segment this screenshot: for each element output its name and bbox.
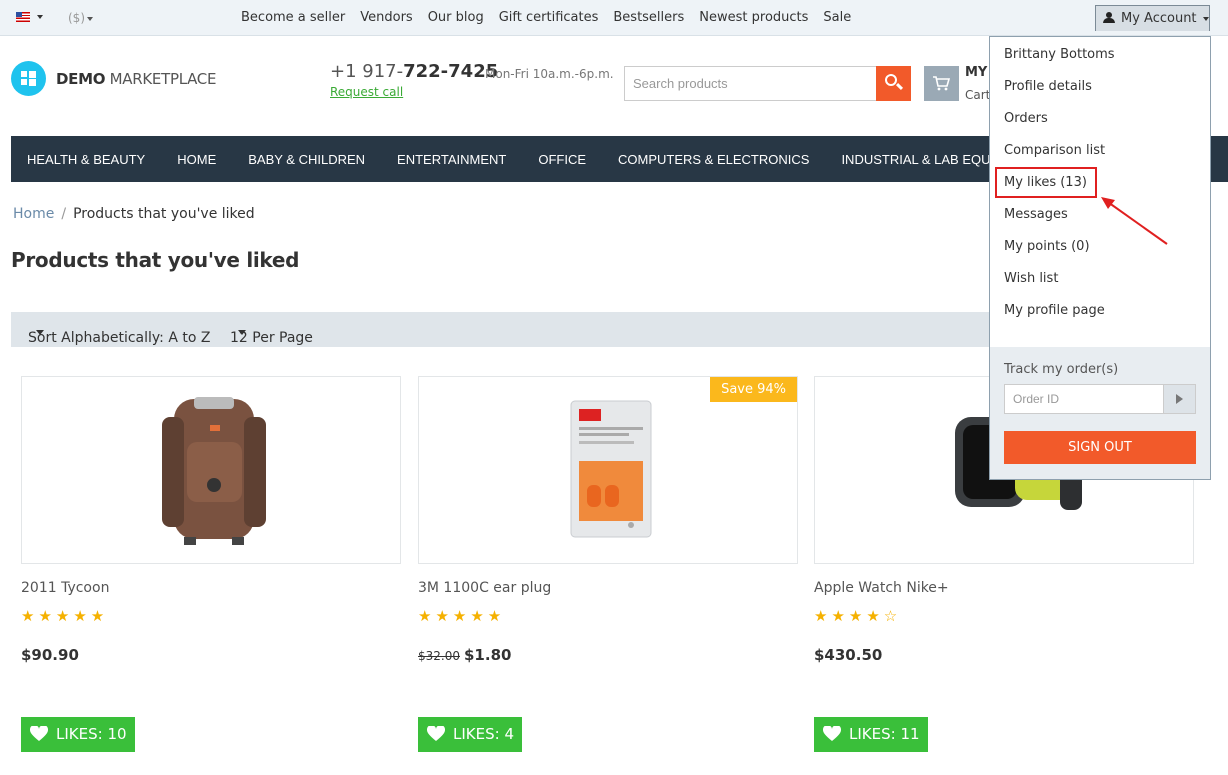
highlight-box: [995, 167, 1097, 198]
current-price: $430.50: [814, 646, 883, 664]
backpack-image: [162, 397, 266, 545]
current-price: $90.90: [21, 646, 79, 664]
menu-item-my-profile-page[interactable]: My profile page: [1004, 303, 1105, 318]
language-caret-icon[interactable]: [37, 15, 43, 19]
product-name[interactable]: Apple Watch Nike+: [814, 580, 949, 596]
sign-out-button[interactable]: SIGN OUT: [1004, 431, 1196, 464]
product-image[interactable]: [21, 376, 401, 564]
product-price: $32.00 $1.80: [418, 646, 511, 664]
working-hours: Mon-Fri 10a.m.-6p.m.: [485, 67, 614, 81]
breadcrumb-home[interactable]: Home: [13, 206, 54, 222]
link-bestsellers[interactable]: Bestsellers: [613, 10, 684, 25]
search-button[interactable]: [876, 66, 911, 101]
cart-subtitle[interactable]: Cart: [965, 88, 990, 102]
cart-icon: [933, 76, 950, 91]
likes-button[interactable]: LIKES: 4: [418, 717, 522, 752]
page-title: Products that you've liked: [11, 248, 300, 272]
phone-main: 722-7425: [403, 61, 499, 82]
likes-button[interactable]: LIKES: 11: [814, 717, 928, 752]
link-sale[interactable]: Sale: [823, 10, 851, 25]
menu-item-profile-details[interactable]: Profile details: [1004, 79, 1092, 94]
account-user-name[interactable]: Brittany Bottoms: [1004, 47, 1115, 62]
current-price: $1.80: [464, 646, 512, 664]
likes-button[interactable]: LIKES: 10: [21, 717, 135, 752]
product-name[interactable]: 2011 Tycoon: [21, 580, 109, 596]
menu-item-messages[interactable]: Messages: [1004, 207, 1068, 222]
logo-icon[interactable]: [11, 61, 46, 96]
sorting-bar: Sort Alphabetically: A to Z 12 Per Page: [11, 312, 1011, 347]
likes-count: LIKES: 4: [453, 725, 514, 743]
menu-item-my-points[interactable]: My points (0): [1004, 239, 1090, 254]
my-account-button[interactable]: My Account: [1095, 5, 1210, 31]
menu-entertainment[interactable]: ENTERTAINMENT: [397, 152, 506, 167]
breadcrumb-current: Products that you've liked: [73, 206, 255, 222]
account-dropdown-menu: Brittany Bottoms Profile details Orders …: [989, 36, 1211, 480]
product-card: 2011 Tycoon ★★★★★ $90.90 LIKES: 10: [21, 376, 401, 752]
currency-label: ($): [68, 11, 85, 25]
heart-icon: [30, 726, 48, 741]
logo-rest: MARKETPLACE: [105, 70, 217, 88]
rating-stars-icon: ★★★★★: [418, 607, 506, 625]
menu-item-comparison-list[interactable]: Comparison list: [1004, 143, 1105, 158]
rating-stars-icon: ★★★★★: [21, 607, 109, 625]
link-vendors[interactable]: Vendors: [360, 10, 412, 25]
menu-item-wish-list[interactable]: Wish list: [1004, 271, 1058, 286]
product-price: $430.50: [814, 646, 882, 664]
menu-health-beauty[interactable]: HEALTH & BEAUTY: [27, 152, 145, 167]
track-order-label: Track my order(s): [1004, 362, 1119, 377]
menu-item-orders[interactable]: Orders: [1004, 111, 1048, 126]
menu-computers-electronics[interactable]: COMPUTERS & ELECTRONICS: [618, 152, 809, 167]
link-newest-products[interactable]: Newest products: [699, 10, 808, 25]
old-price: $32.00: [418, 649, 460, 663]
annotation-arrow-icon: [1101, 197, 1168, 245]
top-bar: ($) Become a seller Vendors Our blog Gif…: [0, 0, 1228, 36]
sort-label: Sort Alphabetically: A to Z: [28, 330, 211, 346]
likes-count: LIKES: 11: [849, 725, 920, 743]
top-links: Become a seller Vendors Our blog Gift ce…: [241, 10, 851, 25]
heart-icon: [427, 726, 445, 741]
search-input[interactable]: [624, 66, 876, 101]
product-image[interactable]: Save 94%: [418, 376, 798, 564]
cart-button[interactable]: [924, 66, 959, 101]
order-id-input[interactable]: [1004, 384, 1164, 414]
cart-title[interactable]: MY: [965, 65, 987, 80]
menu-home[interactable]: HOME: [177, 152, 216, 167]
rating-stars-icon: ★★★★☆: [814, 607, 902, 625]
chevron-down-icon: [1202, 16, 1209, 21]
product-card: Save 94% 3M 1100C ear plug ★★★★★ $32.00 $…: [418, 376, 798, 752]
menu-office[interactable]: OFFICE: [538, 152, 586, 167]
breadcrumb: Home / Products that you've liked: [13, 206, 255, 222]
menu-baby-children[interactable]: BABY & CHILDREN: [248, 152, 365, 167]
likes-count: LIKES: 10: [56, 725, 127, 743]
link-our-blog[interactable]: Our blog: [428, 10, 484, 25]
link-gift-certificates[interactable]: Gift certificates: [499, 10, 599, 25]
logo-text[interactable]: DEMO MARKETPLACE: [56, 70, 216, 88]
phone-number: +1 917-722-7425: [330, 61, 498, 82]
discount-badge: Save 94%: [710, 377, 797, 402]
chevron-down-icon: [36, 330, 44, 335]
us-flag-icon[interactable]: [16, 12, 30, 22]
user-icon: [1103, 12, 1115, 23]
currency-caret-icon: [87, 16, 93, 21]
product-price: $90.90: [21, 646, 79, 664]
earplug-package-image: [570, 400, 652, 538]
heart-icon: [823, 726, 841, 741]
breadcrumb-separator: /: [61, 206, 67, 222]
product-name[interactable]: 3M 1100C ear plug: [418, 580, 551, 596]
link-become-seller[interactable]: Become a seller: [241, 10, 345, 25]
phone-prefix: +1 917-: [330, 61, 404, 82]
chevron-down-icon: [238, 330, 246, 335]
track-order-submit-button[interactable]: [1164, 384, 1196, 414]
my-account-label: My Account: [1121, 11, 1197, 26]
logo-bold: DEMO: [56, 70, 106, 88]
request-call-link[interactable]: Request call: [330, 85, 403, 99]
currency-selector[interactable]: ($): [68, 11, 93, 25]
